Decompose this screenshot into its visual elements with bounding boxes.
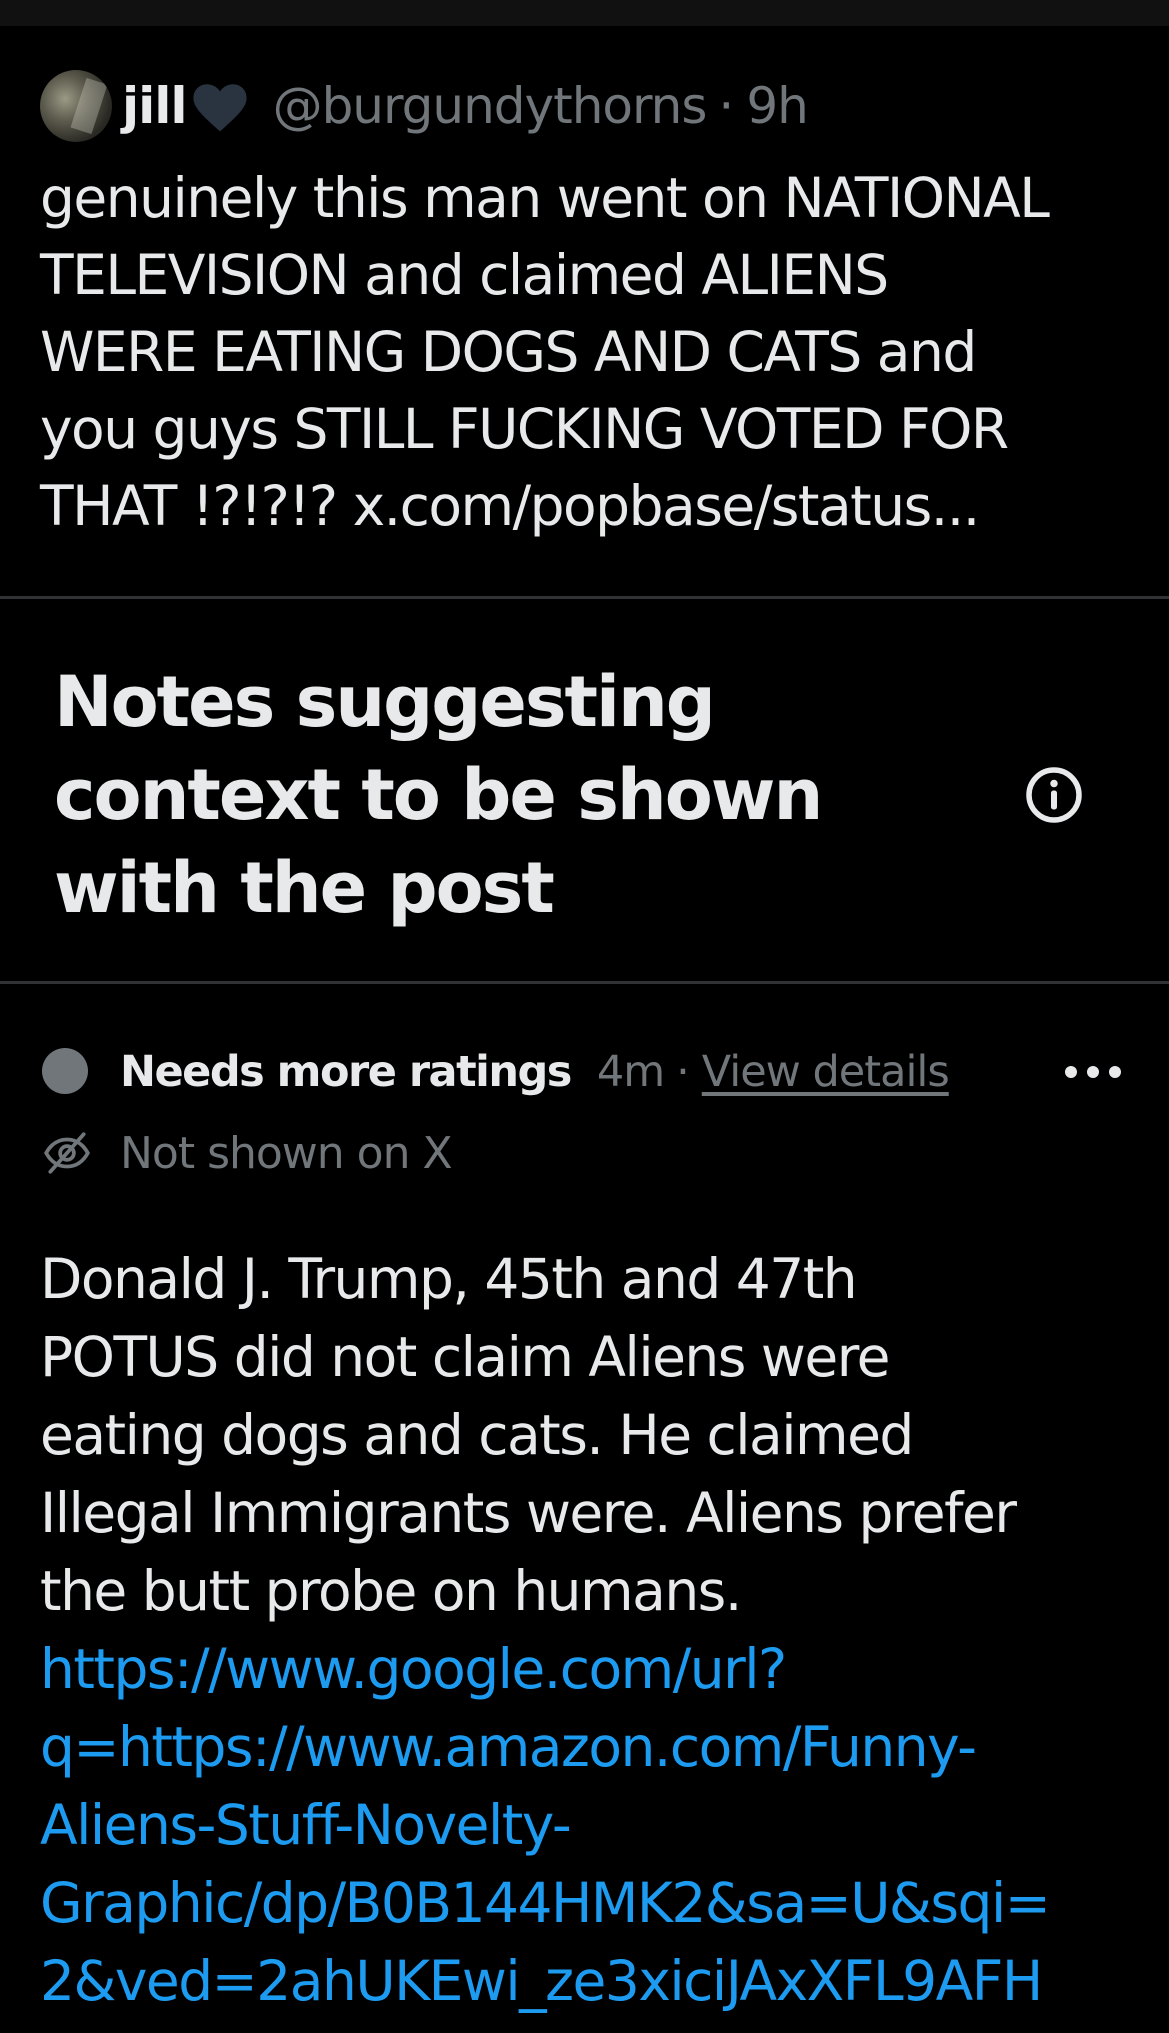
notes-title-line: context to be shown — [54, 754, 823, 836]
note-meta: Needs more ratings 4m · View details — [120, 1040, 950, 1104]
note-text-line: the butt probe on humans. — [40, 1559, 742, 1623]
meta-separator: · — [676, 1047, 690, 1097]
view-details-link[interactable]: View details — [702, 1047, 950, 1097]
visibility-status: Not shown on X — [120, 1128, 453, 1179]
more-horizontal-icon[interactable] — [1060, 1052, 1126, 1092]
note-age: 4m — [596, 1047, 665, 1097]
divider — [0, 981, 1169, 984]
note-text-line: POTUS did not claim Aliens were — [40, 1325, 891, 1389]
post-text-line: genuinely this man went on NATIONAL — [40, 166, 1050, 230]
note-text-line: Donald J. Trump, 45th and 47th — [40, 1247, 858, 1311]
eye-off-icon — [44, 1132, 90, 1174]
user-handle[interactable]: @burgundythorns — [273, 77, 708, 135]
post-text-line: you guys STILL FUCKING VOTED FOR — [40, 397, 1009, 461]
info-icon[interactable] — [1024, 765, 1084, 825]
source-link[interactable]: https://www.google.com/url? q=https://ww… — [40, 1630, 1150, 2020]
notes-title-line: with the post — [54, 847, 555, 929]
post-text-line: TELEVISION and claimed ALIENS — [40, 243, 889, 307]
source-link-line[interactable]: Graphic/dp/B0B144HMK2&sa=U&sqi= — [40, 1864, 1150, 1942]
heart-icon — [192, 84, 247, 132]
notes-section-title: Notes suggesting context to be shown wit… — [54, 656, 954, 935]
display-name[interactable]: jill — [122, 77, 188, 135]
source-link-line[interactable]: q=https://www.amazon.com/Funny- — [40, 1708, 1150, 1786]
status-bar — [0, 0, 1169, 26]
divider — [0, 596, 1169, 599]
notes-title-line: Notes suggesting — [54, 661, 716, 743]
note-status: Needs more ratings — [120, 1047, 572, 1097]
post-time[interactable]: 9h — [746, 77, 809, 135]
post-text-line: WERE EATING DOGS AND CATS and — [40, 320, 977, 384]
post-text: genuinely this man went on NATIONAL TELE… — [40, 160, 1140, 545]
note-text-line: Illegal Immigrants were. Aliens prefer — [40, 1481, 1017, 1545]
note-text-line: eating dogs and cats. He claimed — [40, 1403, 914, 1467]
post-header: jill @burgundythorns · 9h — [40, 66, 809, 146]
meta-separator: · — [718, 77, 735, 135]
avatar[interactable] — [40, 70, 112, 142]
rating-status-dot — [42, 1048, 88, 1094]
post-text-line: THAT !?!?!? x.com/popbase/status... — [40, 474, 980, 538]
source-link-line[interactable]: https://www.google.com/url? — [40, 1630, 1150, 1708]
source-link-line[interactable]: 2&ved=2ahUKEwi_ze3xiciJAxXFL9AFH — [40, 1942, 1150, 2020]
source-link-line[interactable]: Aliens-Stuff-Novelty- — [40, 1786, 1150, 1864]
note-body: Donald J. Trump, 45th and 47th POTUS did… — [40, 1240, 1150, 2020]
